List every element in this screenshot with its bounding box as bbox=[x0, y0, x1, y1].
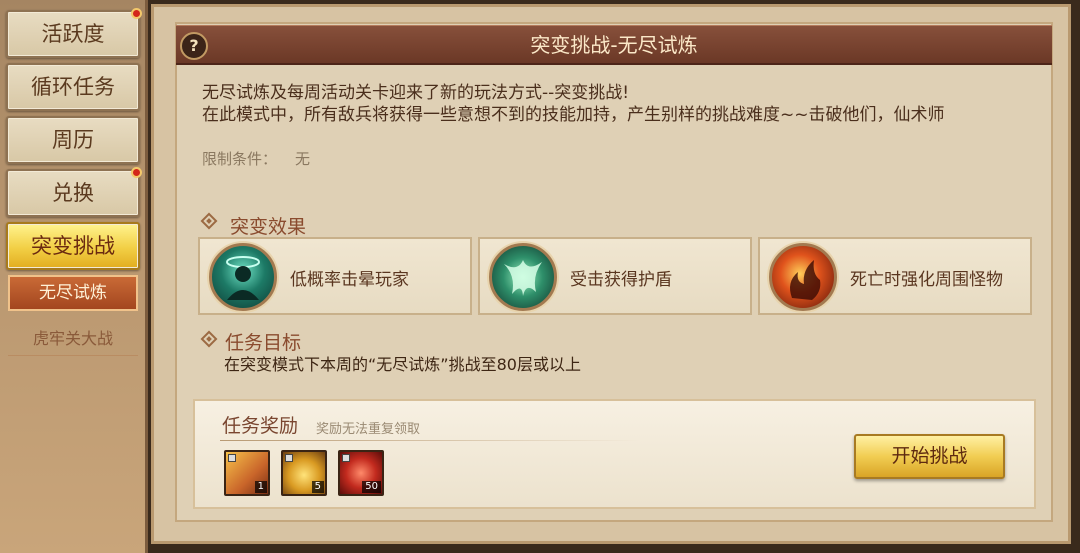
effect-label: 死亡时强化周围怪物 bbox=[850, 270, 1003, 290]
item-count: 1 bbox=[254, 481, 267, 493]
effect-card: 死亡时强化周围怪物 bbox=[758, 237, 1032, 315]
lock-icon bbox=[285, 454, 293, 462]
effect-card: 低概率击晕玩家 bbox=[198, 237, 472, 315]
red-dot-badge bbox=[131, 8, 142, 19]
condition-label: 限制条件： bbox=[202, 150, 278, 168]
divider bbox=[220, 440, 640, 441]
sub-tab-label: 虎牢关大战 bbox=[32, 329, 113, 348]
sidebar: 活跃度 循环任务 周历 兑换 突变挑战 无尽试炼 虎牢关大战 bbox=[0, 0, 148, 553]
reward-title: 任务奖励 bbox=[222, 415, 299, 437]
sidebar-item-label: 兑换 bbox=[52, 181, 94, 205]
reward-note: 奖励无法重复领取 bbox=[316, 422, 421, 437]
sub-tab-endless-trial[interactable]: 无尽试炼 bbox=[8, 275, 138, 311]
lock-icon bbox=[228, 454, 236, 462]
description-line-2: 在此模式中，所有敌兵将获得一些意想不到的技能加持，产生别样的挑战难度~~击破他们… bbox=[202, 105, 945, 125]
effect-label: 受击获得护盾 bbox=[570, 270, 672, 290]
sidebar-item-label: 周历 bbox=[52, 128, 94, 152]
sidebar-item-label: 突变挑战 bbox=[31, 234, 115, 258]
gold-ore-item-icon[interactable]: 5 bbox=[281, 450, 327, 496]
sub-tab-hulao-pass[interactable]: 虎牢关大战 bbox=[8, 322, 138, 356]
goal-text: 在突变模式下本周的“无尽试炼”挑战至80层或以上 bbox=[224, 355, 581, 374]
stun-aura-icon bbox=[209, 243, 277, 311]
sidebar-item-label: 循环任务 bbox=[31, 75, 115, 99]
sidebar-item-label: 活跃度 bbox=[41, 22, 105, 46]
sidebar-item-exchange[interactable]: 兑换 bbox=[6, 167, 142, 217]
scroll-item-icon[interactable]: 1 bbox=[224, 450, 270, 496]
lock-icon bbox=[342, 454, 350, 462]
effect-card: 受击获得护盾 bbox=[478, 237, 752, 315]
red-pouch-item-icon[interactable]: 50 bbox=[338, 450, 384, 496]
sidebar-item-cycle-tasks[interactable]: 循环任务 bbox=[6, 63, 140, 111]
fire-empower-icon bbox=[769, 243, 837, 311]
item-count: 50 bbox=[362, 481, 381, 493]
condition-value: 无 bbox=[295, 150, 311, 168]
sub-tab-label: 无尽试炼 bbox=[39, 283, 107, 303]
start-challenge-button[interactable]: 开始挑战 bbox=[854, 434, 1005, 479]
shield-spirit-icon bbox=[489, 243, 557, 311]
red-dot-badge bbox=[131, 167, 142, 178]
sidebar-item-activity[interactable]: 活跃度 bbox=[6, 8, 142, 58]
help-button[interactable]: ? bbox=[180, 32, 208, 60]
item-count: 5 bbox=[311, 481, 324, 493]
sidebar-item-calendar[interactable]: 周历 bbox=[6, 116, 140, 164]
sidebar-item-mutation-challenge[interactable]: 突变挑战 bbox=[6, 222, 140, 270]
mutation-title: 突变效果 bbox=[230, 216, 307, 238]
effect-label: 低概率击晕玩家 bbox=[290, 270, 409, 290]
panel-title: 突变挑战-无尽试炼 bbox=[176, 25, 1052, 65]
